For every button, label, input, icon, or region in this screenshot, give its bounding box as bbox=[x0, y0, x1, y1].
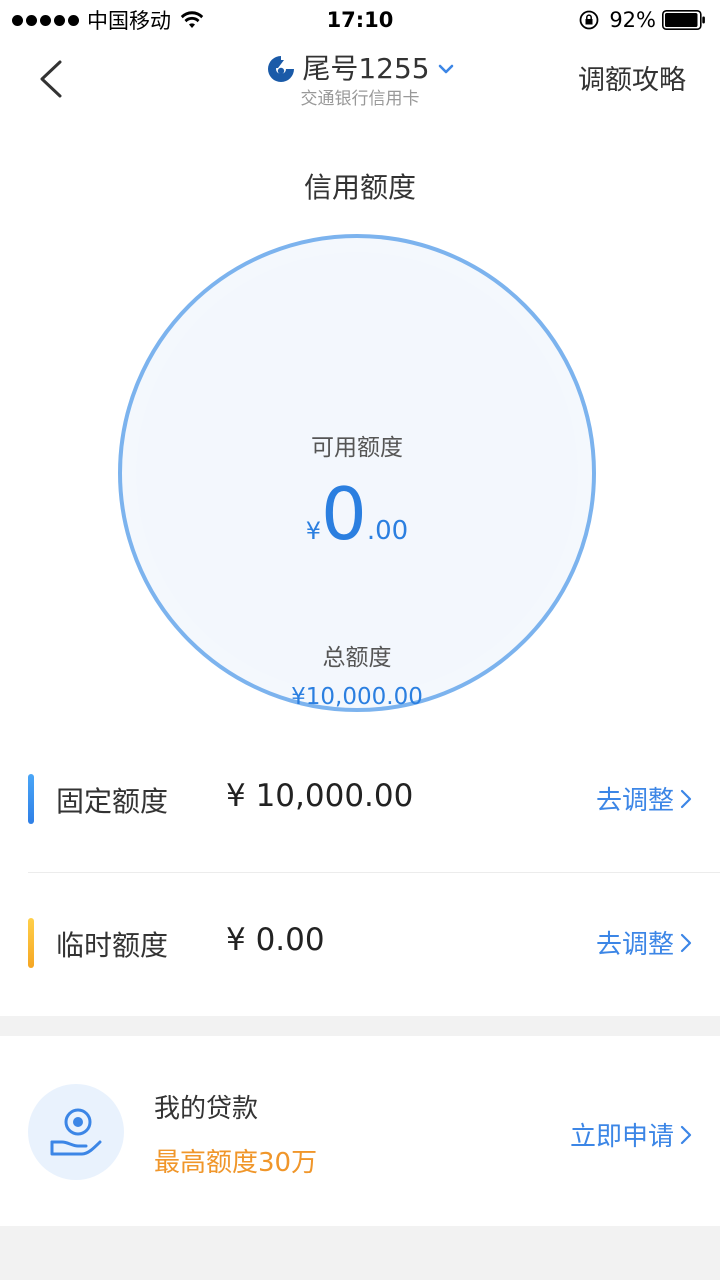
fixed-quota-marker bbox=[28, 774, 34, 824]
available-integer: 0 bbox=[321, 472, 367, 556]
chevron-right-icon bbox=[680, 933, 692, 952]
nav-bar: 尾号1255 交通银行信用卡 调额攻略 bbox=[0, 40, 720, 124]
available-amount: ¥0.00 bbox=[122, 474, 592, 574]
fixed-quota-adjust-button[interactable]: 去调整 bbox=[596, 780, 692, 817]
battery-percentage: 92% bbox=[609, 8, 656, 32]
coin-in-hand-icon bbox=[50, 1108, 102, 1156]
apply-now-label: 立即申请 bbox=[569, 1122, 674, 1152]
total-label: 总额度 bbox=[322, 645, 392, 671]
credit-title: 信用额度 bbox=[303, 171, 416, 204]
chevron-right-icon bbox=[680, 789, 692, 808]
credit-panel: 信用额度 可用额度 ¥0.00 总额度 ¥10,000.00 固定额度 ¥ 10… bbox=[0, 124, 720, 1016]
fixed-quota-value: ¥ 10,000.00 bbox=[226, 778, 414, 814]
chevron-right-icon bbox=[680, 1125, 692, 1144]
limit-strategy-link[interactable]: 调额攻略 bbox=[578, 64, 686, 98]
apply-now-button[interactable]: 立即申请 bbox=[570, 1116, 692, 1153]
total-amount: ¥10,000.00 bbox=[291, 684, 423, 710]
available-label: 可用额度 bbox=[311, 435, 403, 461]
temp-quota-value: ¥ 0.00 bbox=[226, 922, 325, 958]
available-decimal: .00 bbox=[366, 516, 409, 546]
bank-logo-icon bbox=[268, 56, 295, 82]
chevron-down-icon bbox=[438, 64, 453, 74]
loan-icon-wrap bbox=[28, 1084, 124, 1180]
card-selector-main: 尾号1255 bbox=[266, 52, 453, 86]
quota-divider bbox=[28, 872, 720, 873]
temp-quota-label: 临时额度 bbox=[56, 929, 169, 962]
temp-quota-row: 临时额度 ¥ 0.00 去调整 bbox=[0, 874, 720, 1014]
temp-quota-marker bbox=[28, 918, 34, 968]
temp-quota-adjust-label: 去调整 bbox=[595, 930, 674, 960]
fixed-quota-label: 固定额度 bbox=[56, 785, 169, 818]
fixed-quota-row: 固定额度 ¥ 10,000.00 去调整 bbox=[0, 730, 720, 870]
battery-icon bbox=[662, 10, 705, 30]
loan-max-amount: 最高额度30万 bbox=[154, 1148, 318, 1178]
fixed-quota-adjust-label: 去调整 bbox=[595, 786, 674, 816]
rotation-lock-icon bbox=[579, 10, 599, 30]
credit-circle: 可用额度 ¥0.00 总额度 ¥10,000.00 bbox=[118, 234, 596, 712]
temp-quota-adjust-button[interactable]: 去调整 bbox=[596, 924, 692, 961]
status-bar: 中国移动 17:10 92% bbox=[0, 0, 720, 40]
loan-card[interactable]: 我的贷款 最高额度30万 立即申请 bbox=[0, 1036, 720, 1226]
card-number-label: 尾号1255 bbox=[302, 52, 430, 85]
loan-title: 我的贷款 bbox=[154, 1094, 259, 1124]
status-right: 92% bbox=[579, 6, 706, 34]
available-currency: ¥ bbox=[305, 517, 322, 545]
